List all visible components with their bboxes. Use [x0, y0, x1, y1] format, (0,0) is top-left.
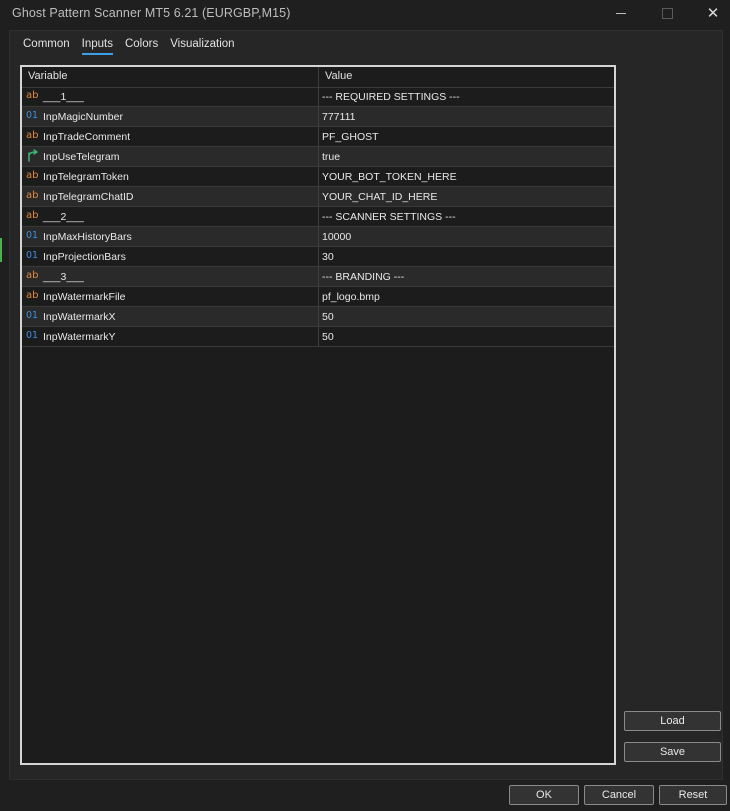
- minimize-icon: [616, 12, 626, 14]
- string-type-icon: ab: [26, 130, 39, 141]
- dialog-panel: Common Inputs Colors Visualization Varia…: [9, 30, 723, 780]
- close-icon: ✕: [706, 5, 720, 22]
- variable-name: InpTelegramToken: [43, 171, 129, 183]
- variable-value[interactable]: --- BRANDING ---: [322, 271, 404, 283]
- tab-bar: Common Inputs Colors Visualization: [17, 37, 241, 59]
- column-divider: [318, 107, 319, 126]
- tab-colors[interactable]: Colors: [119, 37, 164, 57]
- table-row[interactable]: ab ___2___ --- SCANNER SETTINGS ---: [22, 207, 614, 227]
- string-type-icon: ab: [26, 170, 39, 181]
- variable-value[interactable]: 777111: [322, 111, 355, 123]
- variable-value[interactable]: 50: [322, 331, 334, 343]
- ok-button[interactable]: OK: [509, 785, 579, 805]
- variable-name: InpWatermarkX: [43, 311, 116, 323]
- column-divider: [318, 207, 319, 226]
- variable-name: InpUseTelegram: [43, 151, 120, 163]
- variable-name: InpTradeComment: [43, 131, 131, 143]
- load-button[interactable]: Load: [624, 711, 721, 731]
- table-row[interactable]: 01 InpMaxHistoryBars 10000: [22, 227, 614, 247]
- column-divider: [318, 227, 319, 246]
- column-divider: [318, 287, 319, 306]
- column-divider: [318, 127, 319, 146]
- table-row[interactable]: InpUseTelegram true: [22, 147, 614, 167]
- variable-name: InpMagicNumber: [43, 111, 123, 123]
- tab-visualization[interactable]: Visualization: [164, 37, 240, 57]
- cancel-button[interactable]: Cancel: [584, 785, 654, 805]
- table-row[interactable]: ab ___3___ --- BRANDING ---: [22, 267, 614, 287]
- window-title: Ghost Pattern Scanner MT5 6.21 (EURGBP,M…: [12, 6, 291, 20]
- number-type-icon: 01: [26, 310, 39, 321]
- variable-value[interactable]: pf_logo.bmp: [322, 291, 380, 303]
- value-column-header[interactable]: Value: [325, 70, 352, 82]
- string-type-icon: ab: [26, 290, 39, 301]
- variable-name: ___3___: [43, 271, 84, 283]
- table-body: ab ___1___ --- REQUIRED SETTINGS --- 01 InpM…: [22, 87, 614, 347]
- table-row[interactable]: 01 InpProjectionBars 30: [22, 247, 614, 267]
- column-divider: [318, 307, 319, 326]
- variable-value[interactable]: true: [322, 151, 340, 163]
- tab-common[interactable]: Common: [17, 37, 76, 57]
- variable-name: ___1___: [43, 91, 84, 103]
- tab-inputs[interactable]: Inputs: [76, 37, 119, 57]
- table-row[interactable]: ab InpTelegramToken YOUR_BOT_TOKEN_HERE: [22, 167, 614, 187]
- table-row[interactable]: 01 InpWatermarkX 50: [22, 307, 614, 327]
- column-divider: [318, 267, 319, 286]
- variable-name: InpWatermarkY: [43, 331, 116, 343]
- variable-value[interactable]: 10000: [322, 231, 351, 243]
- minimize-button[interactable]: [598, 0, 644, 26]
- string-type-icon: ab: [26, 270, 39, 281]
- table-row[interactable]: 01 InpWatermarkY 50: [22, 327, 614, 347]
- background-chart-edge: [0, 238, 2, 262]
- maximize-icon: [661, 7, 673, 19]
- variable-name: InpTelegramChatID: [43, 191, 134, 203]
- variable-value[interactable]: 50: [322, 311, 334, 323]
- variable-value[interactable]: 30: [322, 251, 334, 263]
- variable-value[interactable]: --- SCANNER SETTINGS ---: [322, 211, 456, 223]
- string-type-icon: ab: [26, 90, 39, 101]
- variable-value[interactable]: YOUR_BOT_TOKEN_HERE: [322, 171, 457, 183]
- number-type-icon: 01: [26, 330, 39, 341]
- table-row[interactable]: ab InpTradeComment PF_GHOST: [22, 127, 614, 147]
- column-divider: [318, 147, 319, 166]
- number-type-icon: 01: [26, 230, 39, 241]
- variable-name: InpMaxHistoryBars: [43, 231, 132, 243]
- variable-name: ___2___: [43, 211, 84, 223]
- variable-name: InpProjectionBars: [43, 251, 126, 263]
- column-divider: [318, 247, 319, 266]
- table-row[interactable]: ab InpWatermarkFile pf_logo.bmp: [22, 287, 614, 307]
- number-type-icon: 01: [26, 110, 39, 121]
- column-divider: [318, 167, 319, 186]
- string-type-icon: ab: [26, 210, 39, 221]
- table-row[interactable]: 01 InpMagicNumber 777111: [22, 107, 614, 127]
- save-button[interactable]: Save: [624, 742, 721, 762]
- variable-name: InpWatermarkFile: [43, 291, 126, 303]
- bool-type-icon: [26, 149, 40, 163]
- maximize-button[interactable]: [644, 0, 690, 26]
- variable-value[interactable]: YOUR_CHAT_ID_HERE: [322, 191, 437, 203]
- number-type-icon: 01: [26, 250, 39, 261]
- column-divider[interactable]: [318, 67, 319, 87]
- string-type-icon: ab: [26, 190, 39, 201]
- variable-column-header[interactable]: Variable: [28, 70, 68, 82]
- column-divider: [318, 187, 319, 206]
- inputs-table: Variable Value ab ___1___ --- REQUIRED SET…: [20, 65, 616, 765]
- table-row[interactable]: ab ___1___ --- REQUIRED SETTINGS ---: [22, 87, 614, 107]
- column-divider: [318, 327, 319, 346]
- variable-value[interactable]: PF_GHOST: [322, 131, 379, 143]
- variable-value[interactable]: --- REQUIRED SETTINGS ---: [322, 91, 460, 103]
- reset-button[interactable]: Reset: [659, 785, 727, 805]
- table-row[interactable]: ab InpTelegramChatID YOUR_CHAT_ID_HERE: [22, 187, 614, 207]
- column-divider: [318, 87, 319, 106]
- title-bar: Ghost Pattern Scanner MT5 6.21 (EURGBP,M…: [0, 0, 730, 26]
- close-button[interactable]: ✕: [690, 0, 730, 26]
- table-header: Variable Value: [22, 67, 614, 88]
